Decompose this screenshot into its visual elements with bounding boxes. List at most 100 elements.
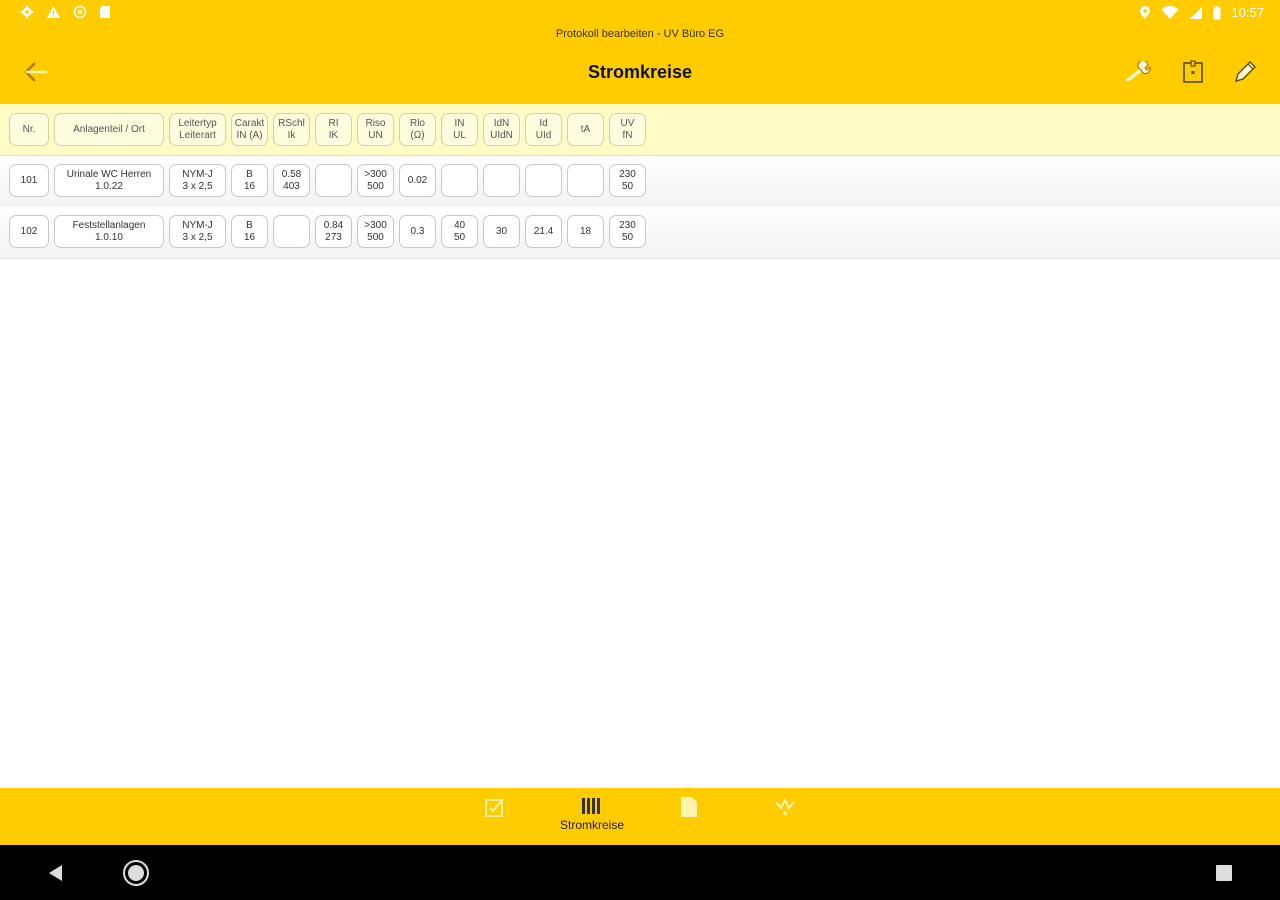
warning-icon bbox=[47, 6, 60, 18]
header-riso-line-2: UN bbox=[368, 129, 383, 141]
cell-rlo-line-1: 0.3 bbox=[410, 225, 425, 237]
header-leitertyp: Leitertyp Leiterart bbox=[169, 113, 226, 146]
cell-riso-line-1: >300 bbox=[364, 219, 387, 231]
cell-id[interactable] bbox=[525, 164, 562, 197]
pencil-icon bbox=[1234, 61, 1256, 83]
header-idn-line-1: IdN bbox=[493, 117, 510, 129]
recents-square-icon bbox=[1216, 865, 1232, 881]
header-ri-line-1: RI bbox=[328, 117, 339, 129]
back-button[interactable] bbox=[20, 56, 52, 88]
table-row[interactable]: 101 Urinale WC Herren 1.0.22 NYM-J 3 x 2,5 B 1… bbox=[0, 156, 1280, 208]
header-leitertyp-line-2: Leiterart bbox=[179, 129, 216, 141]
cell-anlagenteil[interactable]: Urinale WC Herren 1.0.22 bbox=[54, 164, 164, 197]
signal-icon bbox=[1190, 6, 1203, 19]
table-header-row: Nr. Anlagenteil / Ort Leitertyp Leiterart Ca… bbox=[0, 104, 1280, 156]
header-anlagenteil: Anlagenteil / Ort bbox=[54, 113, 164, 146]
tools-button[interactable] bbox=[1124, 56, 1156, 88]
nav-checklist[interactable] bbox=[455, 796, 535, 840]
cell-in[interactable] bbox=[441, 164, 478, 197]
back-arrow-icon bbox=[24, 62, 48, 82]
status-time: 10:57 bbox=[1231, 5, 1264, 20]
nav-document[interactable] bbox=[649, 796, 729, 840]
cell-ta[interactable]: 18 bbox=[567, 215, 604, 248]
cell-id-line-1: 21.4 bbox=[533, 225, 554, 237]
cell-rlo[interactable]: 0.3 bbox=[399, 215, 436, 248]
cell-nr-line-1: 102 bbox=[20, 225, 38, 237]
cell-carakt[interactable]: B 16 bbox=[231, 164, 268, 197]
circuits-icon bbox=[582, 798, 600, 814]
header-uv-line-1: UV bbox=[620, 117, 635, 129]
cell-idn[interactable]: 30 bbox=[483, 215, 520, 248]
header-rlo-line-2: (Ω) bbox=[410, 129, 425, 141]
header-carakt-line-1: Carakt bbox=[234, 117, 265, 129]
table-row[interactable]: 102 Feststellanlagen 1.0.10 NYM-J 3 x 2,5 B 16… bbox=[0, 207, 1280, 259]
cell-rschl[interactable] bbox=[273, 215, 310, 248]
cell-leitertyp[interactable]: NYM-J 3 x 2,5 bbox=[169, 215, 226, 248]
header-ri-line-2: IK bbox=[328, 129, 339, 141]
system-recents-button[interactable] bbox=[1208, 857, 1240, 889]
home-circle-icon bbox=[123, 860, 149, 886]
cell-uv[interactable]: 230 50 bbox=[609, 215, 646, 248]
cell-ri[interactable]: 0.84 273 bbox=[315, 215, 352, 248]
cell-ta[interactable] bbox=[567, 164, 604, 197]
header-ri: RI IK bbox=[315, 113, 352, 146]
header-id-line-2: UId bbox=[535, 129, 552, 141]
cell-anlagenteil-line-1: Feststellanlagen bbox=[72, 219, 146, 231]
cell-ri[interactable] bbox=[315, 164, 352, 197]
cell-uv-line-2: 50 bbox=[621, 231, 634, 243]
cell-uv-line-1: 230 bbox=[619, 168, 636, 180]
cell-riso-line-2: 500 bbox=[367, 180, 384, 192]
wifi-icon bbox=[1161, 5, 1179, 19]
edit-button[interactable] bbox=[1229, 56, 1261, 88]
cell-carakt-line-1: B bbox=[246, 168, 253, 180]
cell-rschl[interactable]: 0.58 403 bbox=[273, 164, 310, 197]
cell-rlo[interactable]: 0.02 bbox=[399, 164, 436, 197]
cell-carakt[interactable]: B 16 bbox=[231, 215, 268, 248]
nav-stromkreise[interactable]: Stromkreise bbox=[552, 796, 632, 840]
sd-card-icon bbox=[100, 6, 110, 18]
cell-riso[interactable]: >300 500 bbox=[357, 164, 394, 197]
header-id-line-1: Id bbox=[539, 117, 548, 129]
cell-id[interactable]: 21.4 bbox=[525, 215, 562, 248]
cell-uv[interactable]: 230 50 bbox=[609, 164, 646, 197]
cell-nr[interactable]: 101 bbox=[9, 164, 49, 197]
circle-icon bbox=[73, 5, 87, 19]
cell-riso[interactable]: >300 500 bbox=[357, 215, 394, 248]
header-uv: UV fN bbox=[609, 113, 646, 146]
wrench-icon bbox=[1126, 61, 1151, 82]
cell-carakt-line-2: 16 bbox=[243, 180, 256, 192]
cell-rlo-line-1: 0.02 bbox=[407, 174, 428, 186]
cell-anlagenteil[interactable]: Feststellanlagen 1.0.10 bbox=[54, 215, 164, 248]
header-carakt-line-2: IN (A) bbox=[236, 129, 263, 141]
cell-nr[interactable]: 102 bbox=[9, 215, 49, 248]
cell-anlagenteil-line-2: 1.0.22 bbox=[95, 180, 123, 192]
header-rschl-line-1: RSchl bbox=[278, 117, 305, 129]
cell-nr-line-1: 101 bbox=[20, 174, 38, 186]
checklist-icon bbox=[485, 798, 504, 817]
cell-rschl-line-2: 403 bbox=[283, 180, 300, 192]
cell-ri-line-1: 0.84 bbox=[323, 219, 344, 231]
cell-anlagenteil-line-2: 1.0.10 bbox=[95, 231, 123, 243]
cell-rschl-line-1: 0.58 bbox=[281, 168, 302, 180]
cell-leitertyp-line-2: 3 x 2,5 bbox=[182, 231, 213, 243]
app-bar-subtitle: Protokoll bearbeiten - UV Büro EG bbox=[555, 28, 725, 40]
system-back-button[interactable] bbox=[40, 857, 72, 889]
system-home-button[interactable] bbox=[120, 857, 152, 889]
cell-in[interactable]: 40 50 bbox=[441, 215, 478, 248]
save-button[interactable] bbox=[1177, 56, 1209, 88]
cell-idn[interactable] bbox=[483, 164, 520, 197]
cell-ri-line-2: 273 bbox=[325, 231, 342, 243]
header-rlo-line-1: Rlo bbox=[409, 117, 425, 129]
signature-icon bbox=[775, 797, 795, 815]
header-anlagenteil-line-1: Anlagenteil / Ort bbox=[73, 123, 145, 135]
header-id: Id UId bbox=[525, 113, 562, 146]
cell-leitertyp[interactable]: NYM-J 3 x 2,5 bbox=[169, 164, 226, 197]
cell-ta-line-1: 18 bbox=[579, 225, 592, 237]
header-uv-line-2: fN bbox=[622, 129, 633, 141]
app-bar: Protokoll bearbeiten - UV Büro EG Stromk… bbox=[0, 26, 1280, 104]
cell-carakt-line-2: 16 bbox=[243, 231, 256, 243]
save-icon bbox=[1183, 60, 1203, 83]
nav-signature[interactable] bbox=[745, 796, 825, 840]
cell-in-line-2: 50 bbox=[453, 231, 466, 243]
header-rlo: Rlo (Ω) bbox=[399, 113, 436, 146]
